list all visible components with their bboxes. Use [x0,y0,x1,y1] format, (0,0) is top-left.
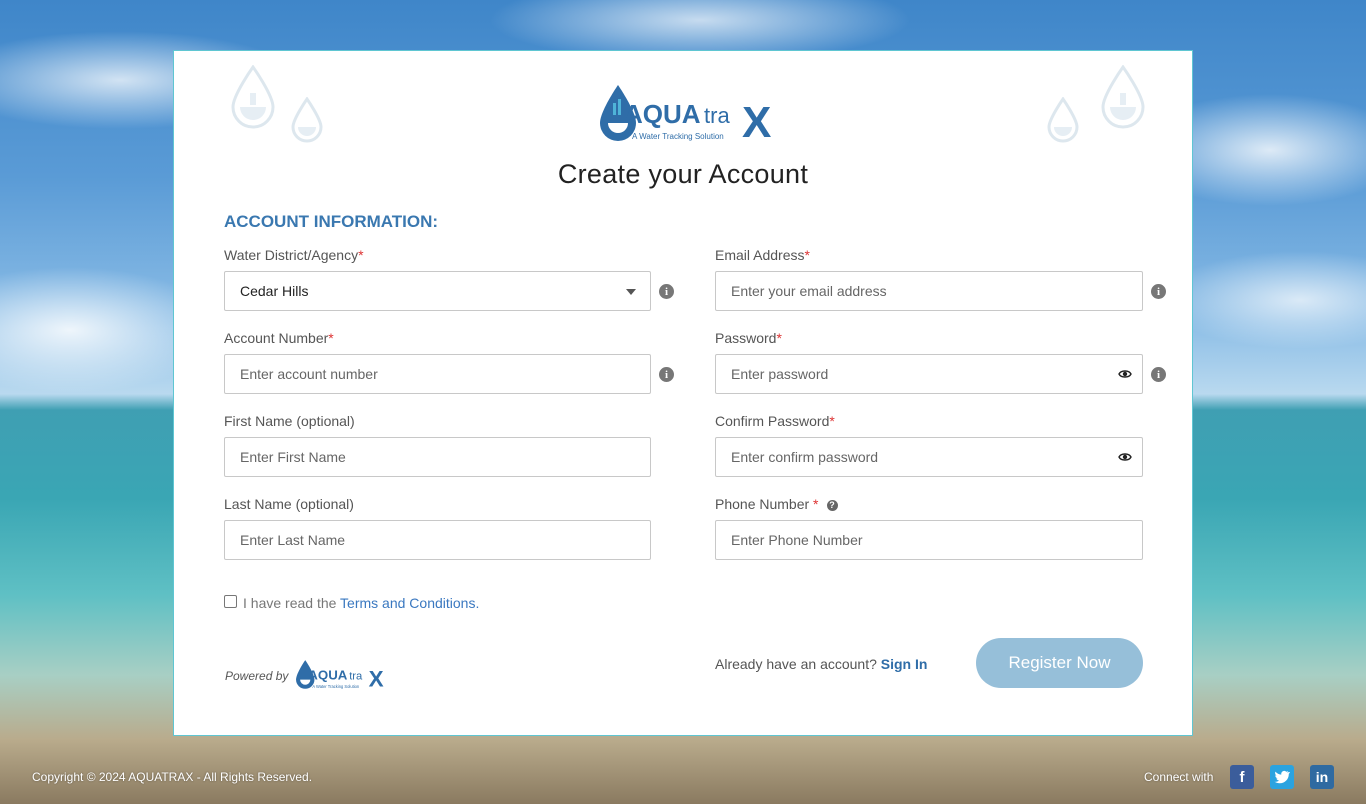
svg-text:A Water Tracking Solution: A Water Tracking Solution [312,684,359,689]
password-label: Password* [715,330,782,346]
water-drop-icon [231,65,275,129]
register-card: AQUA tra X A Water Tracking Solution Cre… [173,50,1193,736]
eye-icon[interactable] [1118,452,1132,462]
sign-in-link[interactable]: Sign In [881,656,928,672]
water-district-select[interactable]: Cedar Hills [224,271,651,311]
facebook-icon[interactable]: f [1230,765,1254,789]
svg-text:X: X [742,98,771,147]
terms-checkbox[interactable] [224,595,237,608]
water-district-label: Water District/Agency* [224,247,364,263]
sign-in-prompt: Already have an account? Sign In [715,656,928,672]
aquatrax-small-logo: AQUA tra X A Water Tracking Solution [296,660,384,692]
last-name-label: Last Name (optional) [224,496,354,512]
water-district-value: Cedar Hills [240,283,309,299]
phone-input[interactable]: Enter Phone Number [715,520,1143,560]
phone-label: Phone Number *? [715,496,838,512]
water-drop-icon [1047,97,1079,143]
account-number-label: Account Number* [224,330,334,346]
svg-text:tra: tra [349,671,363,683]
email-label: Email Address* [715,247,810,263]
info-icon[interactable]: i [659,367,674,382]
page-title: Create your Account [557,159,809,189]
eye-icon[interactable] [1118,369,1132,379]
info-icon[interactable]: i [1151,367,1166,382]
last-name-input[interactable]: Enter Last Name [224,520,651,560]
account-number-input[interactable]: Enter account number [224,354,651,394]
water-drop-icon [291,97,323,143]
register-button[interactable]: Register Now [976,638,1143,688]
terms-link[interactable]: Terms and Conditions. [340,595,479,611]
svg-text:AQUA: AQUA [624,99,701,129]
first-name-label: First Name (optional) [224,413,355,429]
terms-text: I have read the Terms and Conditions. [243,595,480,611]
aquatrax-logo: AQUA tra X A Water Tracking Solution [600,85,771,147]
password-input[interactable]: Enter password [715,354,1143,394]
svg-text:AQUA: AQUA [308,668,347,683]
copyright-text: Copyright © 2024 AQUATRAX - All Rights R… [32,770,313,784]
section-heading: ACCOUNT INFORMATION: [224,212,439,231]
email-input[interactable]: Enter your email address [715,271,1143,311]
water-drop-icon [1101,65,1145,129]
info-icon[interactable]: i [659,284,674,299]
chevron-down-icon [626,289,636,295]
confirm-password-label: Confirm Password* [715,413,835,429]
info-icon[interactable]: i [1151,284,1166,299]
svg-text:A Water Tracking Solution: A Water Tracking Solution [632,132,724,141]
linkedin-icon[interactable]: in [1310,765,1334,789]
twitter-icon[interactable] [1270,765,1294,789]
first-name-input[interactable]: Enter First Name [224,437,651,477]
svg-text:X: X [369,667,384,692]
connect-label: Connect with [1144,770,1214,784]
confirm-password-input[interactable]: Enter confirm password [715,437,1143,477]
powered-by-label: Powered by [225,669,289,683]
svg-text:tra: tra [704,103,730,128]
question-icon[interactable]: ? [826,499,838,511]
